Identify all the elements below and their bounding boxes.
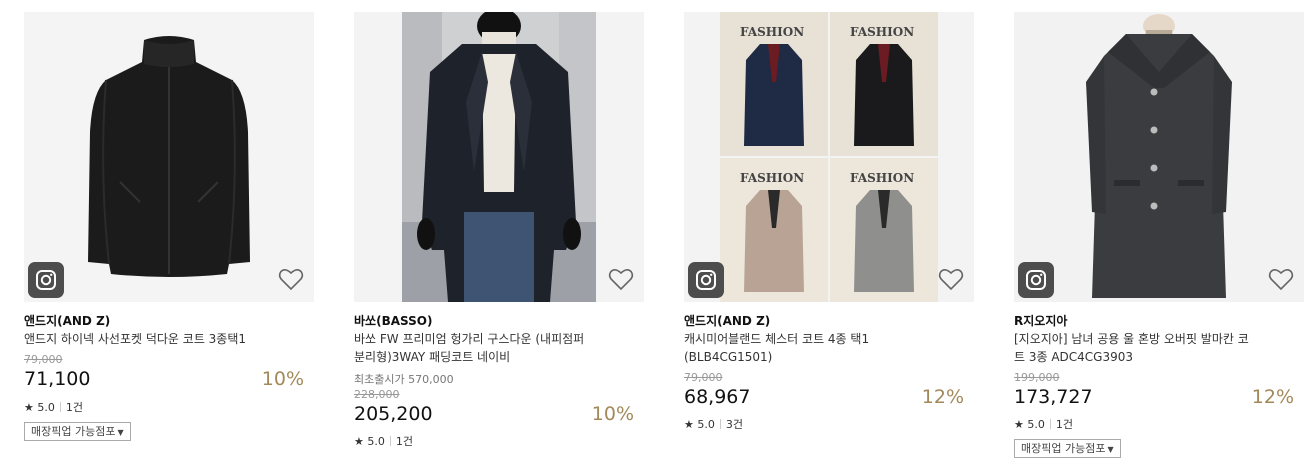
sale-price: 68,967: [684, 386, 751, 408]
product-card[interactable]: 바쏘(BASSO) 바쏘 FW 프리미엄 헝가리 구스다운 (내피점퍼 분리형)…: [354, 12, 644, 462]
divider: [389, 436, 391, 446]
balmacaan-coat-photo: [1014, 12, 1304, 302]
product-name-line: 캐시미어블랜드 체스터 코트 4종 택1: [684, 332, 870, 346]
sale-price: 71,100: [24, 368, 91, 390]
product-name-line: 트 3종 ADC4CG3903: [1014, 350, 1134, 364]
product-name[interactable]: [지오지아] 남녀 공용 울 혼방 오버핏 발마칸 코 트 3종 ADC4CG3…: [1014, 330, 1276, 366]
caret-down-icon: ▼: [1107, 445, 1114, 454]
rating-score: 5.0: [697, 418, 715, 431]
product-card[interactable]: R지오지아 [지오지아] 남녀 공용 울 혼방 오버핏 발마칸 코 트 3종 A…: [1014, 12, 1304, 462]
rating-row: ★ 5.0 3건: [684, 416, 743, 432]
brand-name[interactable]: 앤드지(AND Z): [684, 312, 770, 329]
heart-outline-icon[interactable]: [608, 267, 634, 291]
original-price: 79,000: [684, 371, 723, 384]
original-price: 199,000: [1014, 371, 1060, 384]
photo-caption: FASHION: [850, 171, 914, 185]
rating-row: ★ 5.0 1건: [1014, 416, 1073, 432]
navy-padding-coat-photo: [354, 12, 644, 302]
black-puffer-coat-photo: [24, 12, 314, 302]
divider: [719, 419, 721, 429]
discount-rate: 12%: [921, 386, 964, 408]
star-icon: ★: [354, 435, 364, 448]
product-name-line: [지오지아] 남녀 공용 울 혼방 오버핏 발마칸 코: [1014, 332, 1249, 346]
original-price: 228,000: [354, 388, 400, 401]
photo-caption: FASHION: [850, 25, 914, 39]
heart-outline-icon[interactable]: [278, 267, 304, 291]
store-pickup-label: 매장픽업 가능점포: [31, 425, 116, 438]
heart-outline-icon[interactable]: [1268, 267, 1294, 291]
launch-price-note: 최초출시가 570,000: [354, 373, 454, 386]
product-card[interactable]: FASHION FASHION FASHION FASHION 앤드지(AND …: [684, 12, 974, 462]
sale-price: 205,200: [354, 403, 433, 425]
star-icon: ★: [684, 418, 694, 431]
product-name-line: 바쏘 FW 프리미엄 헝가리 구스다운 (내피점퍼: [354, 332, 585, 346]
divider: [1049, 419, 1051, 429]
chester-coat-collage-photo: FASHION FASHION FASHION FASHION: [684, 12, 974, 302]
star-icon: ★: [1014, 418, 1024, 431]
rating-row: ★ 5.0 1건: [24, 399, 83, 415]
product-card[interactable]: 앤드지(AND Z) 앤드지 하이넥 사선포켓 덕다운 코트 3종택1 79,0…: [24, 12, 314, 462]
instagram-icon[interactable]: [1018, 262, 1054, 298]
rating-score: 5.0: [1027, 418, 1045, 431]
discount-rate: 12%: [1251, 386, 1294, 408]
rating-row: ★ 5.0 1건: [354, 433, 413, 449]
product-name[interactable]: 캐시미어블랜드 체스터 코트 4종 택1 (BLB4CG1501): [684, 330, 946, 366]
rating-score: 5.0: [367, 435, 385, 448]
product-name[interactable]: 앤드지 하이넥 사선포켓 덕다운 코트 3종택1: [24, 330, 286, 348]
instagram-icon[interactable]: [28, 262, 64, 298]
store-pickup-dropdown[interactable]: 매장픽업 가능점포 ▼: [24, 422, 131, 441]
caret-down-icon: ▼: [117, 428, 124, 437]
review-count[interactable]: 3건: [726, 418, 743, 431]
divider: [59, 402, 61, 412]
store-pickup-dropdown[interactable]: 매장픽업 가능점포 ▼: [1014, 439, 1121, 458]
product-grid: 앤드지(AND Z) 앤드지 하이넥 사선포켓 덕다운 코트 3종택1 79,0…: [24, 12, 1304, 462]
instagram-icon[interactable]: [688, 262, 724, 298]
discount-rate: 10%: [261, 368, 304, 390]
review-count[interactable]: 1건: [66, 401, 83, 414]
product-image[interactable]: [1014, 12, 1304, 302]
product-name-line: (BLB4CG1501): [684, 350, 773, 364]
review-count[interactable]: 1건: [396, 435, 413, 448]
product-image[interactable]: FASHION FASHION FASHION FASHION: [684, 12, 974, 302]
brand-name[interactable]: 바쏘(BASSO): [354, 312, 432, 329]
product-name[interactable]: 바쏘 FW 프리미엄 헝가리 구스다운 (내피점퍼 분리형)3WAY 패딩코트 …: [354, 330, 616, 366]
store-pickup-label: 매장픽업 가능점포: [1021, 442, 1106, 455]
product-image[interactable]: [24, 12, 314, 302]
sale-price: 173,727: [1014, 386, 1093, 408]
heart-outline-icon[interactable]: [938, 267, 964, 291]
review-count[interactable]: 1건: [1056, 418, 1073, 431]
brand-name[interactable]: R지오지아: [1014, 312, 1067, 329]
product-name-line: 분리형)3WAY 패딩코트 네이비: [354, 350, 511, 364]
star-icon: ★: [24, 401, 34, 414]
brand-name[interactable]: 앤드지(AND Z): [24, 312, 110, 329]
photo-caption: FASHION: [740, 171, 804, 185]
discount-rate: 10%: [591, 403, 634, 425]
rating-score: 5.0: [37, 401, 55, 414]
product-name-line: 앤드지 하이넥 사선포켓 덕다운 코트 3종택1: [24, 332, 247, 346]
photo-caption: FASHION: [740, 25, 804, 39]
original-price: 79,000: [24, 353, 63, 366]
product-image[interactable]: [354, 12, 644, 302]
